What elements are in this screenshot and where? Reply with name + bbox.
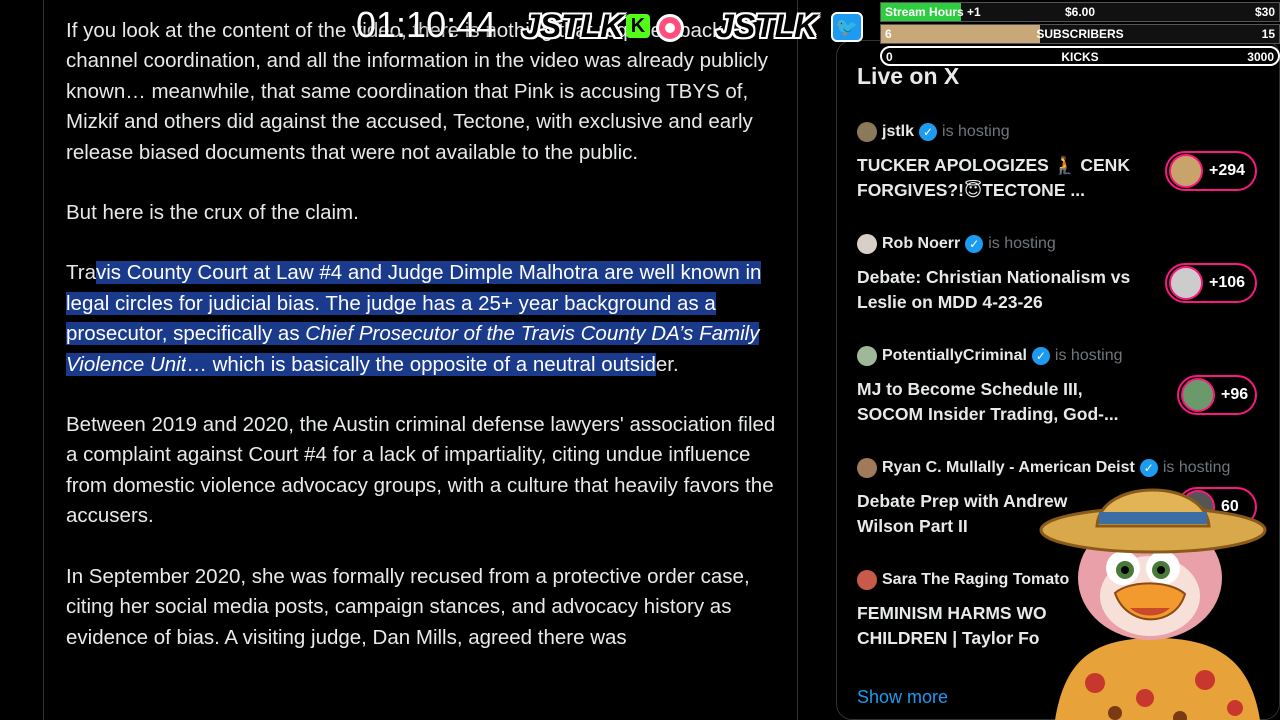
listener-count-pill[interactable]: +96 bbox=[1177, 375, 1257, 415]
stream-timer: 01:10:44 bbox=[356, 4, 497, 45]
verified-badge-icon: ✓ bbox=[1031, 347, 1050, 365]
host-avatar[interactable] bbox=[857, 122, 877, 142]
show-more-link[interactable]: Show more bbox=[857, 687, 948, 708]
verified-badge-icon: ✓ bbox=[919, 123, 938, 141]
goal-label: KICKS bbox=[1061, 50, 1099, 64]
kick-icon: K bbox=[626, 14, 650, 38]
goal-target: 15 bbox=[1261, 27, 1275, 41]
article-paragraph-2: But here is the crux of the claim. bbox=[66, 201, 359, 225]
host-avatar[interactable] bbox=[857, 458, 877, 478]
listener-avatar bbox=[1181, 378, 1215, 412]
host-row: jstlk ✓ is hosting bbox=[857, 121, 1257, 143]
host-name[interactable]: PotentiallyCriminal bbox=[882, 347, 1027, 365]
subscribers-goal: 6 SUBSCRIBERS 15 bbox=[880, 24, 1280, 44]
paragraph-text: er. bbox=[655, 352, 679, 376]
hosting-label: is hosting bbox=[1054, 347, 1123, 364]
verified-badge-icon: ✓ bbox=[965, 235, 984, 253]
host-avatar[interactable] bbox=[857, 234, 877, 254]
listener-count-pill[interactable]: +106 bbox=[1165, 263, 1257, 303]
hosting-label: is hosting bbox=[942, 123, 1010, 140]
left-gutter bbox=[0, 0, 44, 720]
kicks-goal: 0 KICKS 3000 bbox=[880, 46, 1280, 66]
channel-brand-logo: JSTLK bbox=[716, 8, 818, 44]
listener-count-pill[interactable]: +294 bbox=[1165, 151, 1257, 191]
article-paragraph-5: In September 2020, she was formally recu… bbox=[66, 564, 750, 649]
listener-avatar bbox=[1169, 266, 1203, 300]
channel-brand-logo: JSTLK bbox=[522, 8, 624, 44]
live-item[interactable]: Rob Noerr ✓ is hosting Debate: Christian… bbox=[857, 233, 1257, 315]
listener-count: +96 bbox=[1221, 386, 1249, 403]
selected-text: … which is basically the opposite of a n… bbox=[186, 352, 656, 376]
paragraph-text: Tra bbox=[66, 261, 96, 285]
host-name[interactable]: Rob Noerr bbox=[882, 235, 960, 253]
goal-target: $30 bbox=[1254, 5, 1275, 19]
live-title[interactable]: Debate: Christian Nationalism vs Leslie … bbox=[857, 265, 1147, 315]
stream-hours-goal: Stream Hours +1 $6.00 $30 bbox=[880, 2, 1280, 22]
twitter-bird-icon: 🐦 bbox=[831, 12, 863, 42]
article-paragraph-3: Travis County Court at Law #4 and Judge … bbox=[66, 258, 781, 380]
live-item[interactable]: PotentiallyCriminal ✓ is hosting MJ to B… bbox=[857, 345, 1257, 427]
listener-count: +106 bbox=[1209, 274, 1246, 291]
stream-goals: Stream Hours +1 $6.00 $30 6 SUBSCRIBERS … bbox=[880, 2, 1280, 68]
host-row: PotentiallyCriminal ✓ is hosting bbox=[857, 345, 1257, 367]
goal-current: $6.00 bbox=[1064, 5, 1096, 19]
mascot-bird-avatar bbox=[1039, 488, 1267, 720]
article-paragraph-4: Between 2019 and 2020, the Austin crimin… bbox=[66, 413, 776, 528]
host-name[interactable]: jstlk bbox=[882, 123, 914, 141]
host-row: Rob Noerr ✓ is hosting bbox=[857, 233, 1257, 255]
article-body: If you look at the content of the video,… bbox=[66, 16, 781, 683]
live-title[interactable]: TUCKER APOLOGIZES 🧎 CENK FORGIVES?!😇TECT… bbox=[857, 153, 1147, 203]
live-item[interactable]: jstlk ✓ is hosting TUCKER APOLOGIZES 🧎 C… bbox=[857, 121, 1257, 203]
article-panel: If you look at the content of the video,… bbox=[44, 0, 798, 720]
youtube-icon bbox=[656, 14, 684, 42]
listener-count: +294 bbox=[1209, 162, 1246, 179]
listener-avatar bbox=[1169, 154, 1203, 188]
host-avatar[interactable] bbox=[857, 346, 877, 366]
live-title[interactable]: MJ to Become Schedule III, SOCOM Insider… bbox=[857, 377, 1147, 427]
goal-label: SUBSCRIBERS bbox=[1036, 27, 1124, 41]
hosting-label: is hosting bbox=[988, 235, 1056, 252]
goal-target: 3000 bbox=[1247, 50, 1274, 64]
host-avatar[interactable] bbox=[857, 570, 877, 590]
